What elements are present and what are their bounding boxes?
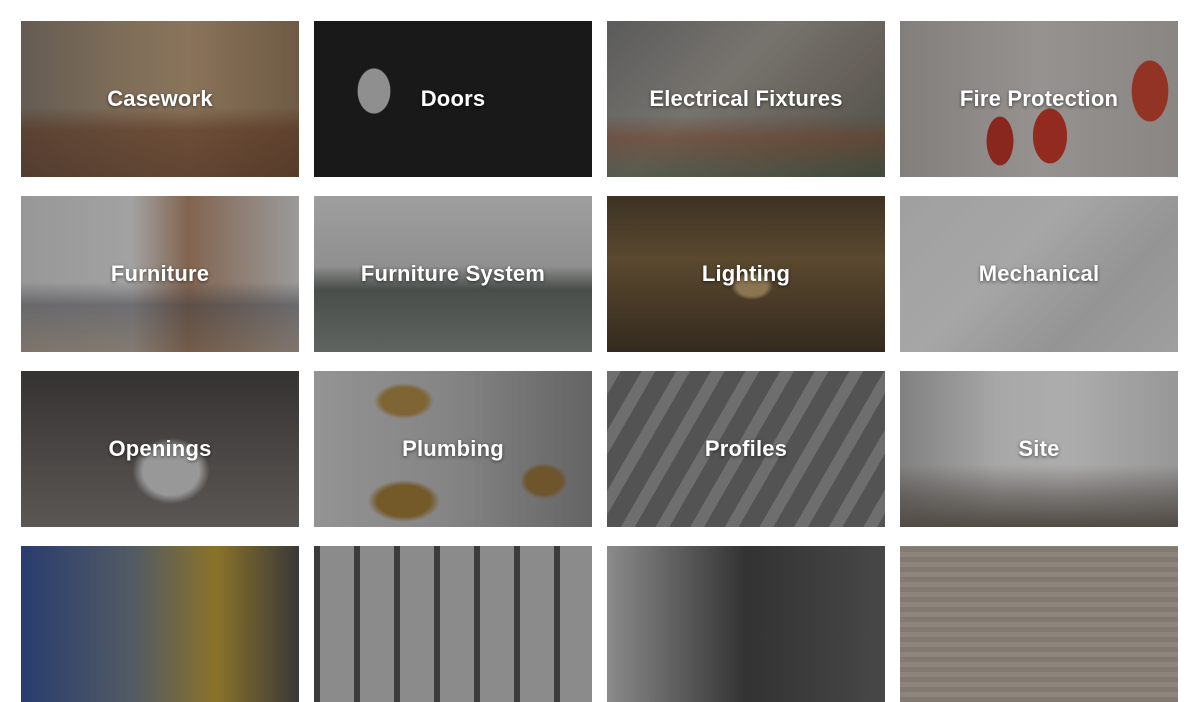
category-label: Furniture System	[360, 261, 546, 286]
category-tile-fire-protection[interactable]: Fire Protection	[900, 21, 1178, 177]
tile-overlay	[314, 546, 592, 702]
category-tile-row4-2[interactable]	[314, 546, 592, 702]
category-label: Casework	[107, 86, 213, 111]
category-tile-plumbing[interactable]: Plumbing	[314, 371, 592, 527]
category-tile-row4-4[interactable]	[900, 546, 1178, 702]
category-tile-furniture-system[interactable]: Furniture System	[314, 196, 592, 352]
tile-overlay	[21, 546, 299, 702]
category-tile-lighting[interactable]: Lighting	[607, 196, 885, 352]
category-grid: Casework Doors Electrical Fixtures Fire …	[21, 21, 1178, 702]
category-label: Site	[1018, 436, 1060, 461]
category-tile-profiles[interactable]: Profiles	[607, 371, 885, 527]
category-label: Fire Protection	[959, 86, 1119, 111]
category-label: Doors	[420, 86, 486, 111]
category-label: Openings	[108, 436, 212, 461]
category-tile-electrical-fixtures[interactable]: Electrical Fixtures	[607, 21, 885, 177]
category-tile-casework[interactable]: Casework	[21, 21, 299, 177]
category-tile-openings[interactable]: Openings	[21, 371, 299, 527]
tile-overlay	[900, 546, 1178, 702]
category-tile-site[interactable]: Site	[900, 371, 1178, 527]
category-label: Electrical Fixtures	[649, 86, 843, 111]
category-tile-doors[interactable]: Doors	[314, 21, 592, 177]
category-label: Plumbing	[402, 436, 504, 461]
category-label: Mechanical	[978, 261, 1100, 286]
tile-overlay	[607, 546, 885, 702]
category-tile-furniture[interactable]: Furniture	[21, 196, 299, 352]
category-tile-row4-3[interactable]	[607, 546, 885, 702]
category-label: Lighting	[701, 261, 791, 286]
category-label: Profiles	[704, 436, 788, 461]
category-tile-mechanical[interactable]: Mechanical	[900, 196, 1178, 352]
category-tile-row4-1[interactable]	[21, 546, 299, 702]
category-label: Furniture	[110, 261, 210, 286]
